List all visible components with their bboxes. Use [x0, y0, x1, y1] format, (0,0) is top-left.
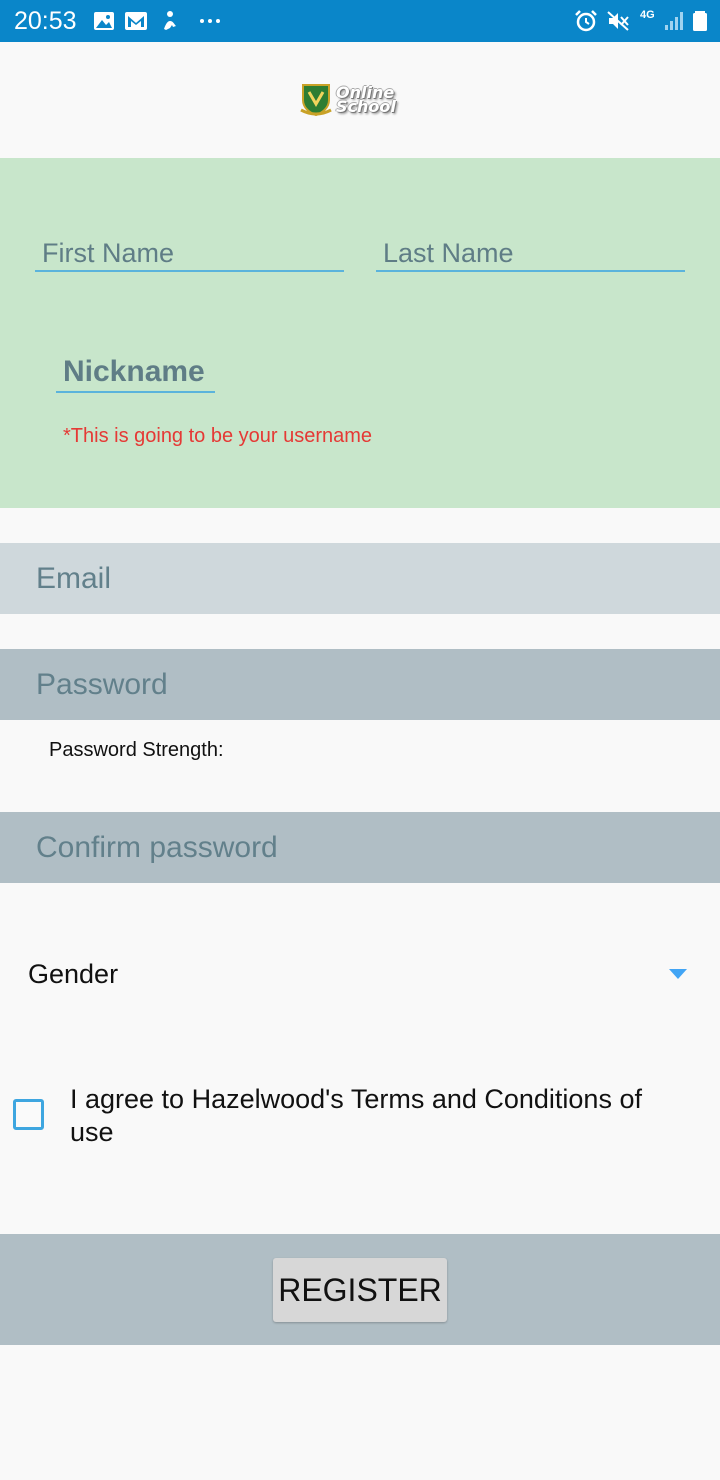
email-placeholder: Email	[36, 562, 112, 595]
last-name-placeholder: Last Name	[383, 238, 514, 268]
password-field[interactable]: Password	[0, 649, 720, 720]
register-footer: REGISTER	[0, 1234, 720, 1345]
last-name-input[interactable]: Last Name	[376, 234, 685, 272]
first-name-input[interactable]: First Name	[35, 234, 344, 272]
nickname-hint: *This is going to be your username	[63, 425, 373, 447]
dropdown-arrow-icon	[669, 969, 687, 979]
email-field[interactable]: Email	[0, 543, 720, 614]
confirm-password-placeholder: Confirm password	[36, 831, 278, 864]
nickname-placeholder: Nickname	[63, 355, 205, 388]
battery-icon	[693, 11, 707, 31]
name-section: First Name Last Name Nickname *This is g…	[0, 158, 720, 508]
gallery-icon	[94, 12, 114, 30]
network-type: 4G	[640, 9, 655, 21]
mute-icon	[607, 11, 629, 31]
confirm-password-field[interactable]: Confirm password	[0, 812, 720, 883]
logo-line2: School	[336, 97, 396, 116]
gender-select[interactable]: Gender	[0, 940, 720, 1010]
nickname-input[interactable]: Nickname	[56, 352, 215, 393]
first-name-placeholder: First Name	[42, 238, 175, 268]
mail-icon	[125, 12, 147, 30]
school-logo: Online School	[300, 80, 410, 120]
crest-icon	[300, 84, 332, 116]
password-strength-label: Password Strength:	[49, 739, 224, 761]
status-bar: 20:53 4G	[0, 0, 720, 42]
signal-icon	[665, 12, 683, 30]
terms-label[interactable]: I agree to Hazelwood's Terms and Conditi…	[70, 1083, 690, 1149]
alarm-icon	[575, 10, 597, 32]
fitness-icon	[164, 11, 176, 30]
register-button[interactable]: REGISTER	[273, 1258, 447, 1322]
terms-checkbox[interactable]	[13, 1099, 44, 1130]
gender-label: Gender	[28, 959, 119, 989]
status-time: 20:53	[14, 7, 77, 35]
more-dots-icon	[200, 19, 220, 23]
password-placeholder: Password	[36, 668, 168, 701]
